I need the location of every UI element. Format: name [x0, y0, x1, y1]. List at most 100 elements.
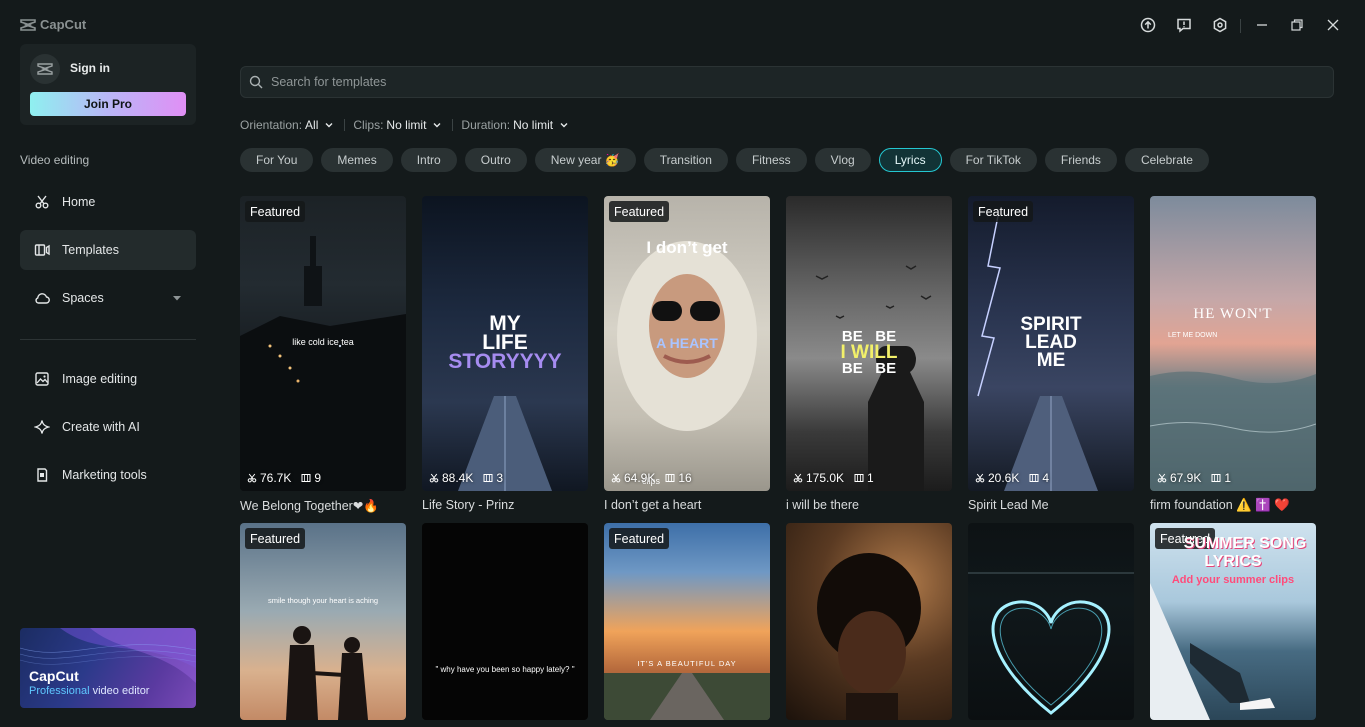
- sidebar-item-templates[interactable]: Templates: [20, 230, 196, 270]
- template-card[interactable]: Featured SUMMER SONG LYRICS Add your sum…: [1150, 523, 1316, 720]
- sunset-road-graphic: [604, 673, 770, 720]
- template-card[interactable]: Featured like cold ice tea 76.7K 9 We Be…: [240, 196, 406, 514]
- template-card[interactable]: HE WON'T LET ME DOWN 67.9K 1 firm founda…: [1150, 196, 1316, 513]
- template-card[interactable]: Featured SPIRIT LEAD ME 20.6K 4 Spirit L…: [968, 196, 1134, 512]
- settings-icon[interactable]: [1212, 17, 1228, 33]
- template-thumbnail[interactable]: Featured SPIRIT LEAD ME 20.6K 4: [968, 196, 1134, 491]
- featured-badge: Featured: [973, 201, 1034, 222]
- image-icon: [35, 372, 49, 386]
- upload-icon[interactable]: [1140, 17, 1156, 33]
- template-card[interactable]: Featured IT'S A BEAUTIFUL DAY: [604, 523, 770, 720]
- sidebar-divider: [20, 339, 196, 340]
- template-card[interactable]: [786, 523, 952, 720]
- scissors-icon: [975, 473, 985, 483]
- chip-memes[interactable]: Memes: [321, 148, 393, 172]
- template-card[interactable]: Featured I don’t get A HEART clips 64.9K…: [604, 196, 770, 512]
- template-stats: 76.7K 9: [247, 471, 321, 485]
- film-icon: [1029, 474, 1039, 482]
- template-stats: 88.4K 3: [429, 471, 503, 485]
- sidebar-item-home[interactable]: Home: [20, 182, 196, 222]
- chip-new-year[interactable]: New year 🥳: [534, 148, 636, 172]
- chip-transition[interactable]: Transition: [643, 148, 728, 172]
- scissors-icon: [611, 473, 621, 483]
- filter-clips[interactable]: Clips: No limit: [353, 118, 442, 132]
- template-thumbnail[interactable]: Featured IT'S A BEAUTIFUL DAY: [604, 523, 770, 720]
- sidebar-item-label: Marketing tools: [62, 468, 147, 482]
- clips-count: 16: [678, 471, 692, 485]
- template-thumbnail[interactable]: Featured I don’t get A HEART clips 64.9K…: [604, 196, 770, 491]
- overlay-text: SPIRIT LEAD ME: [1020, 314, 1082, 371]
- film-icon: [301, 474, 311, 482]
- join-pro-button[interactable]: Join Pro: [30, 92, 186, 116]
- section-label-video-editing: Video editing: [20, 153, 90, 167]
- sign-in-link[interactable]: Sign in: [70, 61, 110, 75]
- filter-duration[interactable]: Duration: No limit: [461, 118, 569, 132]
- sidebar-item-create-with-ai[interactable]: Create with AI: [20, 407, 196, 447]
- sidebar-item-image-editing[interactable]: Image editing: [20, 359, 196, 399]
- avatar[interactable]: [30, 54, 60, 84]
- titlebar-divider: [1240, 19, 1241, 33]
- template-thumbnail[interactable]: BE BE I WILL BE BE 175.0K 1: [786, 196, 952, 491]
- overlay-text: HE WON'T: [1193, 306, 1273, 322]
- category-chips: For You Memes Intro Outro New year 🥳 Tra…: [240, 148, 1209, 172]
- account-card: Sign in Join Pro: [20, 44, 196, 125]
- featured-badge: Featured: [609, 528, 670, 549]
- chip-intro[interactable]: Intro: [400, 148, 457, 172]
- search-input[interactable]: [271, 75, 1271, 89]
- search-bar[interactable]: [240, 66, 1334, 98]
- template-thumbnail[interactable]: HE WON'T LET ME DOWN 67.9K 1: [1150, 196, 1316, 491]
- sidebar-item-label: Spaces: [62, 291, 104, 305]
- filter-divider: [452, 119, 454, 131]
- restore-icon[interactable]: [1289, 17, 1305, 33]
- template-card[interactable]: [968, 523, 1134, 720]
- chip-vlog[interactable]: Vlog: [814, 148, 871, 172]
- template-card[interactable]: BE BE I WILL BE BE 175.0K 1 i will be th…: [786, 196, 952, 512]
- template-thumbnail[interactable]: Featured like cold ice tea 76.7K 9: [240, 196, 406, 491]
- template-thumbnail[interactable]: Featured SUMMER SONG LYRICS Add your sum…: [1150, 523, 1316, 720]
- chip-outro[interactable]: Outro: [464, 148, 527, 172]
- chip-for-tiktok[interactable]: For TikTok: [949, 148, 1037, 172]
- film-icon: [665, 474, 675, 482]
- chevron-down-icon: [560, 123, 568, 128]
- chip-fitness[interactable]: Fitness: [735, 148, 807, 172]
- sidebar-item-spaces[interactable]: Spaces: [20, 278, 196, 318]
- template-card[interactable]: MY LIFE STORYYYY 88.4K 3 Life Story - Pr…: [422, 196, 588, 512]
- clips-count: 1: [1224, 471, 1232, 485]
- film-icon: [854, 474, 864, 482]
- filter-bar: Orientation: All Clips: No limit Duratio…: [240, 118, 569, 132]
- film-icon: [483, 474, 493, 482]
- chip-lyrics[interactable]: Lyrics: [878, 148, 942, 172]
- uses-count: 64.9K: [624, 471, 656, 485]
- sidebar-item-label: Home: [62, 195, 96, 209]
- film-icon: [1211, 474, 1221, 482]
- template-card[interactable]: " why have you been so happy lately? ": [422, 523, 588, 720]
- close-icon[interactable]: [1325, 17, 1341, 33]
- overlay-text: A HEART: [656, 335, 718, 351]
- sea-texture-graphic: [1150, 371, 1316, 491]
- overlay-text: smile though your heart is aching: [267, 596, 379, 605]
- chip-friends[interactable]: Friends: [1044, 148, 1117, 172]
- template-thumbnail[interactable]: " why have you been so happy lately? ": [422, 523, 588, 720]
- minimize-icon[interactable]: [1254, 17, 1270, 33]
- template-thumbnail[interactable]: MY LIFE STORYYYY 88.4K 3: [422, 196, 588, 491]
- template-thumbnail[interactable]: [968, 523, 1134, 720]
- template-thumbnail[interactable]: Featured smile though your heart is achi…: [240, 523, 406, 720]
- template-title: I don’t get a heart: [604, 498, 702, 512]
- filter-orientation[interactable]: Orientation: All: [240, 118, 334, 132]
- caret-down-icon[interactable]: [172, 293, 182, 303]
- scissors-icon: [35, 195, 49, 209]
- chevron-down-icon: [325, 123, 333, 128]
- chip-celebrate[interactable]: Celebrate: [1124, 148, 1209, 172]
- template-card[interactable]: Featured smile though your heart is achi…: [240, 523, 406, 720]
- overlay-text: SUMMER SONG LYRICS Add your summer clips: [1171, 535, 1307, 586]
- sidebar-item-marketing-tools[interactable]: Marketing tools: [20, 455, 196, 495]
- promo-banner[interactable]: CapCut Professional video editor: [20, 628, 196, 708]
- chip-for-you[interactable]: For You: [240, 148, 314, 172]
- overlay-text: IT'S A BEAUTIFUL DAY: [637, 659, 737, 668]
- template-thumbnail[interactable]: [786, 523, 952, 720]
- feedback-icon[interactable]: [1176, 17, 1192, 33]
- sidebar-item-label: Image editing: [62, 372, 138, 386]
- overlay-text: " why have you been so happy lately? ": [435, 665, 575, 674]
- template-title: firm foundation ⚠️ ✝️ ❤️: [1150, 498, 1290, 512]
- uses-count: 76.7K: [260, 471, 292, 485]
